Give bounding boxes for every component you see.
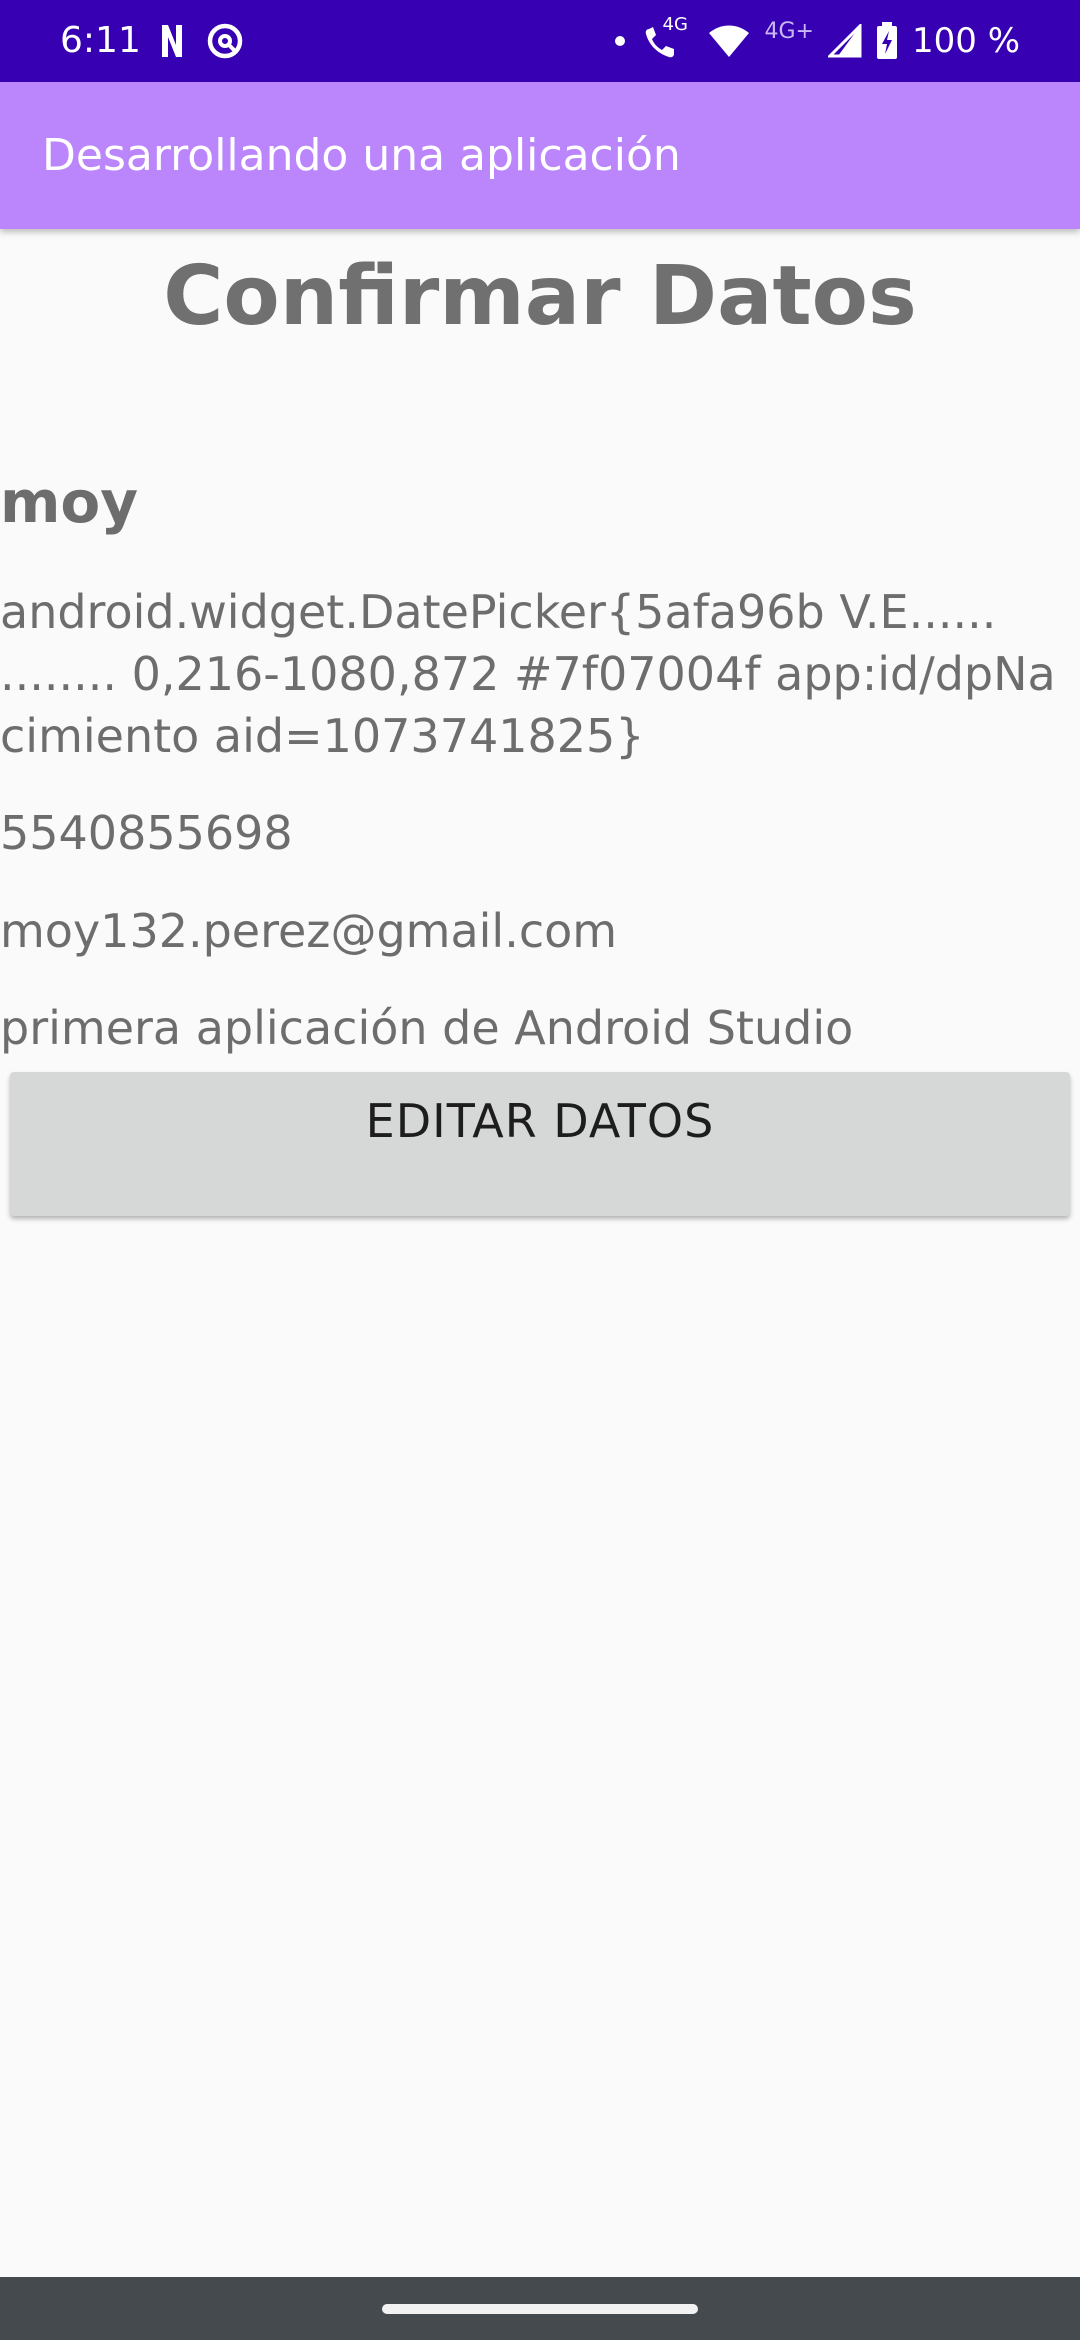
status-time: 6:11 [60, 20, 141, 61]
status-notification-icons [160, 20, 244, 62]
navigation-bar [0, 2277, 1080, 2340]
network-small-label: 4G [662, 14, 688, 35]
app-title: Desarrollando una aplicación [42, 130, 681, 181]
wifi-call-icon: 4G [641, 15, 693, 61]
edit-data-button[interactable]: EDITAR DATOS [10, 1072, 1070, 1216]
birth-date-value: android.widget.DatePicker{5afa96b V.E...… [0, 585, 1056, 763]
email-value: moy132.perez@gmail.com [0, 904, 618, 958]
notification-dot-icon [613, 34, 627, 48]
status-bar: 6:11 4G 4G+ 100 % [0, 0, 1080, 82]
status-system-icons: 4G 4G+ 100 % [613, 15, 1020, 64]
edit-data-button-label: EDITAR DATOS [365, 1094, 715, 1148]
vpn-icon [206, 22, 244, 60]
network-type-label: 4G+ [764, 19, 814, 44]
description-value: primera aplicación de Android Studio [0, 1001, 854, 1055]
app-bar: Desarrollando una aplicación [0, 82, 1080, 229]
name-value: moy [0, 468, 139, 536]
phone-value: 5540855698 [0, 806, 293, 860]
battery-charging-icon [876, 22, 898, 60]
home-gesture-handle[interactable] [382, 2304, 698, 2314]
netflix-icon [160, 23, 184, 59]
battery-percentage: 100 % [911, 21, 1020, 61]
signal-icon [827, 24, 862, 58]
page-title: Confirmar Datos [163, 249, 917, 344]
wifi-icon [707, 23, 751, 59]
